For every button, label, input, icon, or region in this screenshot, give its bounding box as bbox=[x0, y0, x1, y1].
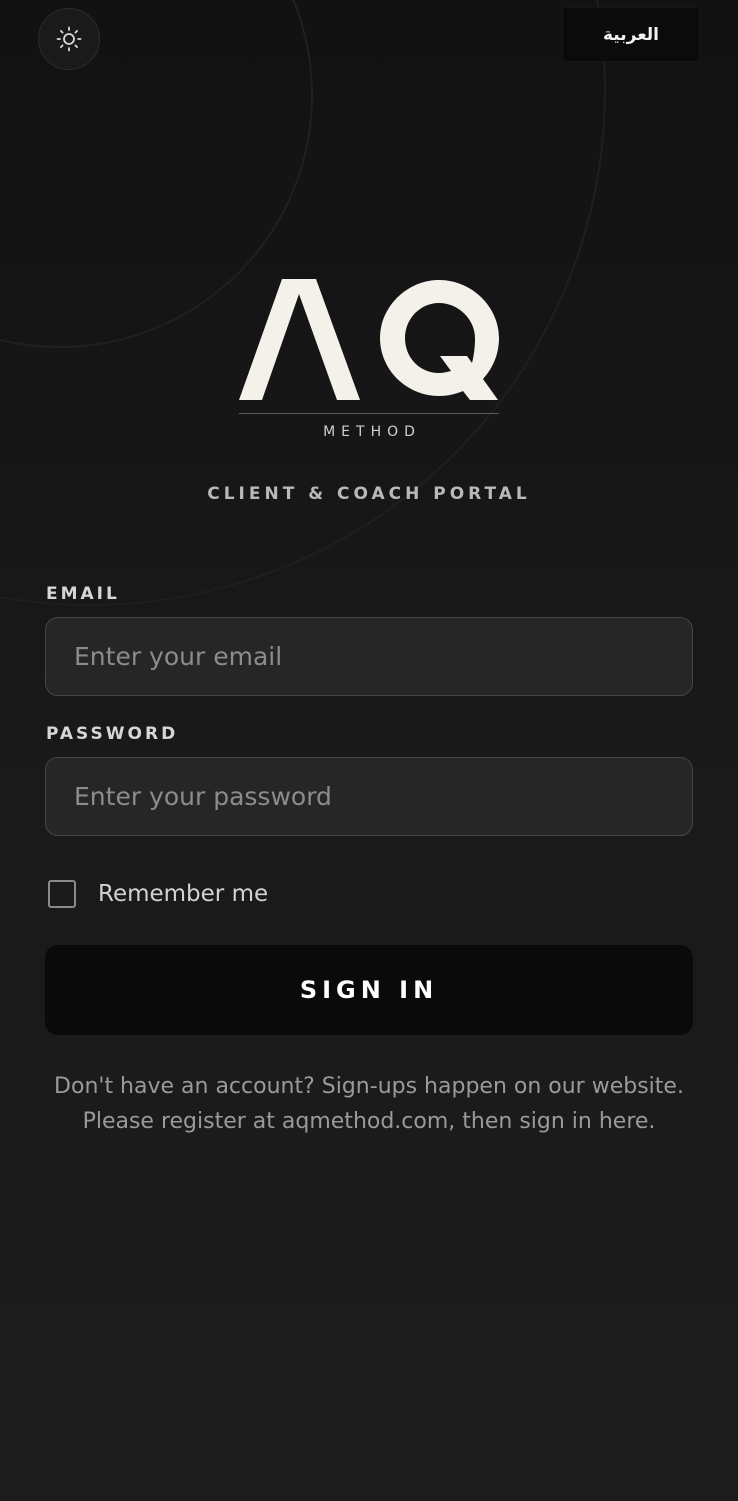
background-rings bbox=[0, 0, 606, 606]
signup-note: Don't have an account? Sign-ups happen o… bbox=[54, 1074, 684, 1134]
sign-in-button[interactable]: SIGN IN bbox=[45, 945, 693, 1035]
logo-subtext: METHOD bbox=[323, 424, 421, 440]
theme-toggle-button[interactable] bbox=[38, 8, 100, 70]
password-field[interactable] bbox=[45, 757, 693, 836]
email-label: EMAIL bbox=[46, 584, 120, 604]
remember-me-checkbox[interactable] bbox=[48, 880, 76, 908]
portal-subtitle: CLIENT & COACH PORTAL bbox=[207, 484, 531, 504]
password-label: PASSWORD bbox=[46, 724, 179, 744]
email-field[interactable] bbox=[45, 617, 693, 696]
remember-me-label[interactable]: Remember me bbox=[98, 881, 268, 907]
sun-icon bbox=[56, 26, 82, 52]
aq-method-logo: AQ bbox=[239, 279, 499, 414]
remember-me-row[interactable]: Remember me bbox=[48, 880, 268, 908]
language-switch-button[interactable]: العربية bbox=[562, 7, 700, 62]
